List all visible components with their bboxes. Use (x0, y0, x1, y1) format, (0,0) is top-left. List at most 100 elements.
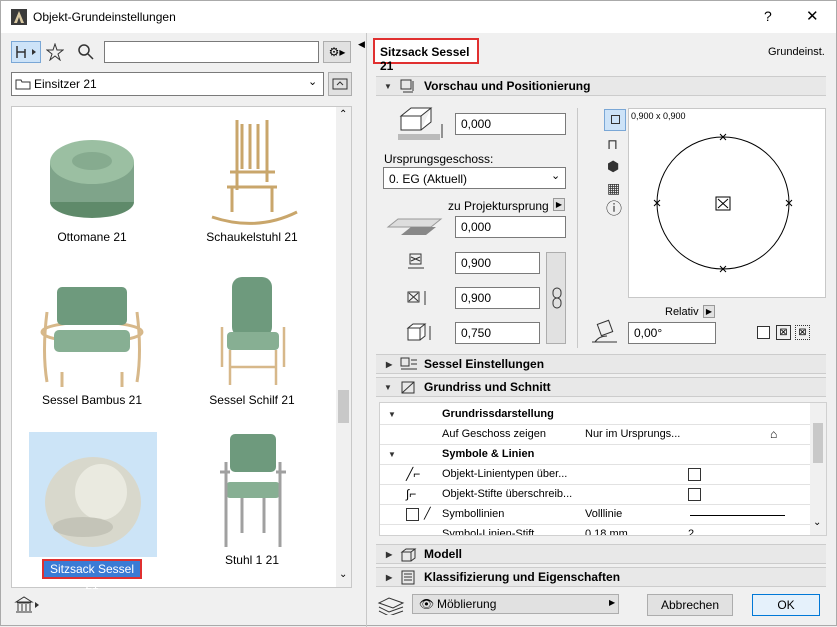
table-row[interactable]: ╱ Symbollinien Volllinie (380, 505, 810, 525)
table-row[interactable]: Symbol-Linien-Stift 0,18 mm 2 (380, 525, 810, 536)
table-row[interactable]: ∫⌐ Objekt-Stifte überschreib... (380, 485, 810, 505)
mirror-none-checkbox[interactable] (757, 326, 770, 339)
object-thumbnail-list: Ottomane 21 Schaukelstuhl 21 Sessel Bamb… (11, 106, 352, 592)
gear-icon: ⚙▸ (328, 45, 346, 59)
search-input[interactable] (104, 41, 319, 63)
layer-select[interactable]: 👁 Möblierung ▶ (412, 594, 619, 614)
folder-icon (15, 79, 31, 90)
layer-value: Möblierung (437, 597, 497, 611)
row-extra: 2 (688, 528, 695, 536)
line-type-icon: ╱⌐ (406, 467, 421, 481)
ok-button[interactable]: OK (752, 594, 820, 616)
row-name: Symbole & Linien (442, 448, 535, 460)
ursprung-value: 0. EG (Aktuell) (389, 172, 468, 186)
selected-item-label[interactable]: Sitzsack Sessel 21 (42, 559, 142, 592)
zu-projekt-label: zu Projektursprung (448, 199, 549, 213)
library-manager-button[interactable] (13, 594, 41, 616)
list-item[interactable]: Ottomane 21 (27, 117, 157, 257)
stuhl-thumbnail (220, 434, 286, 547)
sessel-bambus-thumbnail (40, 287, 144, 387)
expand-down-icon: ▼ (388, 410, 396, 419)
collapse-arrow-icon[interactable]: ◀ (358, 39, 365, 50)
depth-icon (407, 291, 426, 305)
list-item[interactable]: Sessel Schilf 21 (187, 272, 317, 417)
scroll-thumb[interactable] (813, 423, 823, 463)
row-name: Auf Geschoss zeigen (442, 428, 546, 440)
chain-lock-button[interactable] (546, 252, 566, 344)
mirror-y-icon[interactable]: ⊠ (795, 325, 810, 340)
parameters-icon (400, 357, 417, 370)
scroll-down-icon[interactable]: ⌄ (339, 569, 347, 580)
close-button[interactable]: ✕ (806, 7, 819, 25)
row-value: Nur im Ursprungs... (585, 428, 681, 440)
scroll-thumb[interactable] (338, 390, 349, 423)
reference-menu-button[interactable]: ▶ (553, 198, 565, 211)
side-view-icon[interactable]: ⊓ (607, 137, 618, 151)
table-row[interactable]: ▼ Grundrissdarstellung (380, 405, 810, 425)
ursprung-label: Ursprungsgeschoss: (384, 152, 494, 166)
schaukelstuhl-thumbnail (211, 120, 298, 225)
chain-icon (552, 287, 562, 309)
search-icon[interactable] (77, 43, 95, 61)
scroll-down-icon[interactable]: ⌄ (813, 517, 821, 528)
info-icon[interactable]: ⓘ (606, 202, 622, 218)
section-grundriss-header[interactable]: ▼ Grundriss und Schnitt (376, 377, 826, 397)
star-icon[interactable] (46, 43, 64, 61)
folder-select[interactable]: Einsitzer 21 ⌄ (11, 72, 324, 96)
section-modell-header[interactable]: ▶ Modell (376, 544, 826, 564)
height-input[interactable] (455, 322, 540, 344)
help-button[interactable]: ? (764, 8, 772, 24)
pen-icon: ∫⌐ (406, 487, 417, 501)
film-view-icon[interactable]: ▦ (607, 181, 620, 195)
section-title: Klassifizierung und Eigenschaften (424, 570, 621, 584)
list-item[interactable]: Sessel Bambus 21 (27, 272, 157, 417)
list-item-selected[interactable] (29, 432, 157, 557)
3d-view-icon[interactable]: ⬢ (607, 159, 619, 173)
relativ-menu-button[interactable]: ▶ (703, 305, 715, 318)
sessel-schilf-thumbnail (220, 277, 286, 385)
cancel-button[interactable]: Abbrechen (647, 594, 733, 616)
item-label: Ottomane 21 (57, 230, 127, 244)
table-row[interactable]: Auf Geschoss zeigen Nur im Ursprungs... … (380, 425, 810, 445)
elevation-input[interactable] (455, 113, 566, 135)
folder-up-icon (332, 78, 348, 90)
scroll-up-icon[interactable]: ⌃ (339, 109, 347, 120)
table-row[interactable]: ╱⌐ Objekt-Linientypen über... (380, 465, 810, 485)
list-item[interactable]: Stuhl 1 21 (187, 432, 317, 577)
section-sessel-header[interactable]: ▶ Sessel Einstellungen (376, 354, 826, 374)
expand-right-icon: ▶ (386, 360, 393, 369)
width-input[interactable] (455, 252, 540, 274)
folder-up-button[interactable] (328, 72, 352, 96)
section-klassifizierung-header[interactable]: ▶ Klassifizierung und Eigenschaften (376, 567, 826, 587)
view-mode-button[interactable] (11, 41, 41, 63)
table-row[interactable]: ▼ Symbole & Linien (380, 445, 810, 465)
property-scrollbar[interactable]: ⌄ (810, 403, 826, 535)
section-preview-header[interactable]: ▼ Vorschau und Positionierung (376, 76, 826, 96)
section-title: Grundriss und Schnitt (424, 380, 551, 394)
list-item[interactable]: Schaukelstuhl 21 (187, 112, 317, 257)
override-linetypes-checkbox[interactable] (688, 468, 701, 481)
override-pens-checkbox[interactable] (688, 488, 701, 501)
expand-down-icon: ▼ (384, 383, 392, 392)
project-elevation-input[interactable] (455, 216, 566, 238)
view-2d-button[interactable] (604, 109, 626, 131)
square-icon (611, 115, 620, 124)
depth-input[interactable] (455, 287, 540, 309)
window-title: Objekt-Grundeinstellungen (33, 10, 176, 24)
library-icon[interactable]: ⌂ (770, 425, 777, 444)
app-logo-icon (11, 9, 27, 25)
folder-name: Einsitzer 21 (34, 77, 97, 91)
row-value: Volllinie (585, 508, 623, 520)
angle-input[interactable] (628, 322, 716, 344)
ursprung-select[interactable]: 0. EG (Aktuell) ⌄ (383, 167, 566, 189)
chevron-right-icon: ▶ (609, 598, 616, 607)
mirror-x-icon[interactable]: ⊠ (776, 325, 791, 340)
sitzsack-thumbnail (45, 457, 141, 547)
thumbnail-scrollbar[interactable]: ⌃ ⌄ (336, 107, 351, 587)
row-name: Symbollinien (442, 508, 505, 520)
library-settings-button[interactable]: ⚙▸ (323, 41, 351, 63)
symbol-line-checkbox[interactable] (406, 508, 419, 521)
chevron-down-icon: ⌄ (308, 76, 318, 88)
section-title: Vorschau und Positionierung (424, 79, 591, 93)
classification-icon (401, 570, 415, 585)
